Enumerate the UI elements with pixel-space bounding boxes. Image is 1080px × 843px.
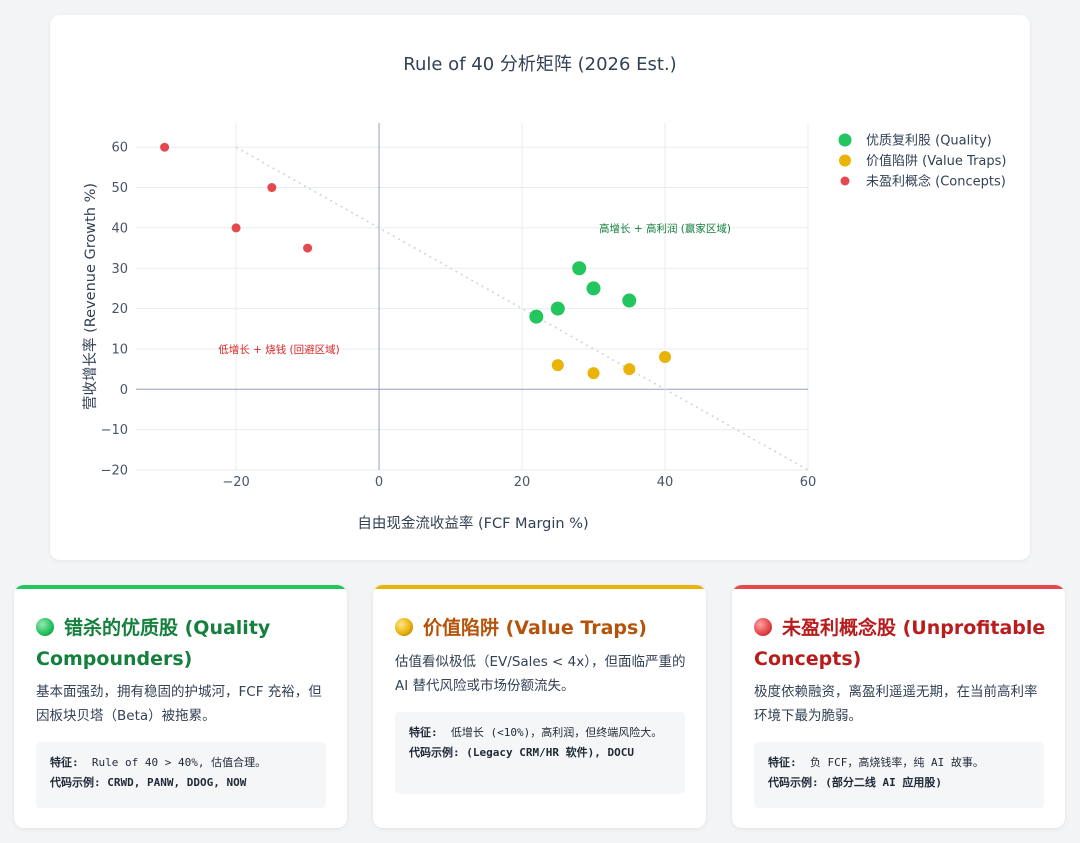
value-trap-point bbox=[623, 363, 636, 376]
value-trap-point bbox=[587, 367, 600, 380]
card-description: 极度依赖融资，离盈利遥遥无期，在当前高利率环境下最为脆弱。 bbox=[754, 684, 1038, 724]
quality-point bbox=[586, 281, 601, 296]
card-feature-box: 特征: 负 FCF，高烧钱率，纯 AI 故事。 代码示例: (部分二线 AI 应… bbox=[754, 742, 1044, 808]
y-axis-label: 营收增长率 (Revenue Growth %) bbox=[82, 183, 99, 410]
x-tick-label: 20 bbox=[514, 475, 531, 490]
example-line: 代码示例: CRWD, PANW, DDOG, NOW bbox=[50, 776, 247, 789]
y-tick-label: 30 bbox=[111, 262, 128, 277]
feature-line: 特征: Rule of 40 > 40%, 估值合理。 bbox=[50, 756, 267, 769]
legend-entry: 优质复利股 (Quality) bbox=[866, 134, 992, 149]
card-quality: 错杀的优质股 (Quality Compounders) 基本面强劲，拥有稳固的… bbox=[14, 585, 347, 828]
legend-entry: 未盈利概念 (Concepts) bbox=[866, 174, 1006, 190]
quality-point bbox=[550, 301, 565, 316]
concept-point bbox=[267, 183, 277, 193]
concept-point bbox=[303, 243, 313, 253]
y-tick-label: −20 bbox=[101, 464, 128, 479]
x-tick-label: −20 bbox=[222, 475, 249, 490]
chart-title: Rule of 40 分析矩阵 (2026 Est.) bbox=[403, 54, 676, 75]
y-tick-label: 10 bbox=[111, 342, 128, 357]
y-tick-label: 50 bbox=[111, 181, 128, 196]
card-description: 估值看似极低（EV/Sales < 4x），但面临严重的 AI 替代风险或市场份… bbox=[395, 654, 686, 694]
annotation-label: 低增长 + 烧钱 (回避区域) bbox=[218, 343, 340, 356]
feature-line: 特征: 负 FCF，高烧钱率，纯 AI 故事。 bbox=[768, 756, 984, 769]
card-accent-bar bbox=[373, 585, 706, 589]
y-tick-label: 20 bbox=[111, 302, 128, 317]
legend-entry: 价值陷阱 (Value Traps) bbox=[866, 153, 1006, 169]
card-description: 基本面强劲，拥有稳固的护城河，FCF 充裕，但因板块贝塔（Beta）被拖累。 bbox=[36, 684, 322, 724]
quality-point bbox=[572, 261, 587, 276]
card-concepts: 未盈利概念股 (Unprofitable Concepts) 极度依赖融资，离盈… bbox=[732, 585, 1065, 828]
chart-card: −20 0 20 40 60 −20 −10 0 10 20 30 40 50 60 Rule of 40 … bbox=[50, 15, 1030, 560]
scatter-chart: −20 0 20 40 60 −20 −10 0 10 20 30 40 50 60 Rule of 40 … bbox=[82, 54, 1006, 532]
y-tick-label: 60 bbox=[111, 141, 128, 156]
legend-marker bbox=[838, 133, 852, 147]
red-dot-icon bbox=[754, 618, 772, 636]
y-tick-label: −10 bbox=[101, 423, 128, 438]
quality-point bbox=[622, 293, 637, 308]
x-tick-label: 0 bbox=[375, 475, 383, 490]
green-dot-icon bbox=[36, 618, 54, 636]
legend-marker bbox=[839, 154, 851, 167]
card-accent-bar bbox=[14, 585, 347, 589]
card-title: 价值陷阱 (Value Traps) bbox=[395, 613, 695, 644]
card-feature-box: 特征: 低增长 (<10%)，高利润，但终端风险大。 代码示例: (Legacy… bbox=[395, 712, 685, 794]
yellow-dot-icon bbox=[395, 618, 413, 636]
value-trap-point bbox=[551, 359, 564, 372]
example-line: 代码示例: (Legacy CRM/HR 软件), DOCU bbox=[409, 746, 634, 759]
value-trap-point bbox=[659, 351, 672, 364]
annotation-label: 高增长 + 高利润 (赢家区域) bbox=[599, 222, 731, 235]
card-title: 未盈利概念股 (Unprofitable Concepts) bbox=[754, 617, 1046, 670]
card-title: 错杀的优质股 (Quality Compounders) bbox=[36, 617, 271, 670]
quality-point bbox=[529, 309, 544, 324]
concept-point bbox=[231, 223, 241, 233]
card-accent-bar bbox=[732, 585, 1065, 589]
x-axis-label: 自由现金流收益率 (FCF Margin %) bbox=[357, 515, 588, 532]
y-tick-label: 0 bbox=[120, 383, 128, 398]
example-line: 代码示例: (部分二线 AI 应用股) bbox=[768, 776, 942, 789]
x-tick-label: 60 bbox=[800, 475, 817, 490]
legend-marker bbox=[840, 176, 850, 186]
x-tick-label: 40 bbox=[657, 475, 674, 490]
concept-point bbox=[160, 142, 170, 152]
card-feature-box: 特征: Rule of 40 > 40%, 估值合理。 代码示例: CRWD, … bbox=[36, 742, 326, 808]
feature-line: 特征: 低增长 (<10%)，高利润，但终端风险大。 bbox=[409, 726, 663, 739]
y-tick-label: 40 bbox=[111, 221, 128, 236]
card-value-traps: 价值陷阱 (Value Traps) 估值看似极低（EV/Sales < 4x）… bbox=[373, 585, 706, 828]
